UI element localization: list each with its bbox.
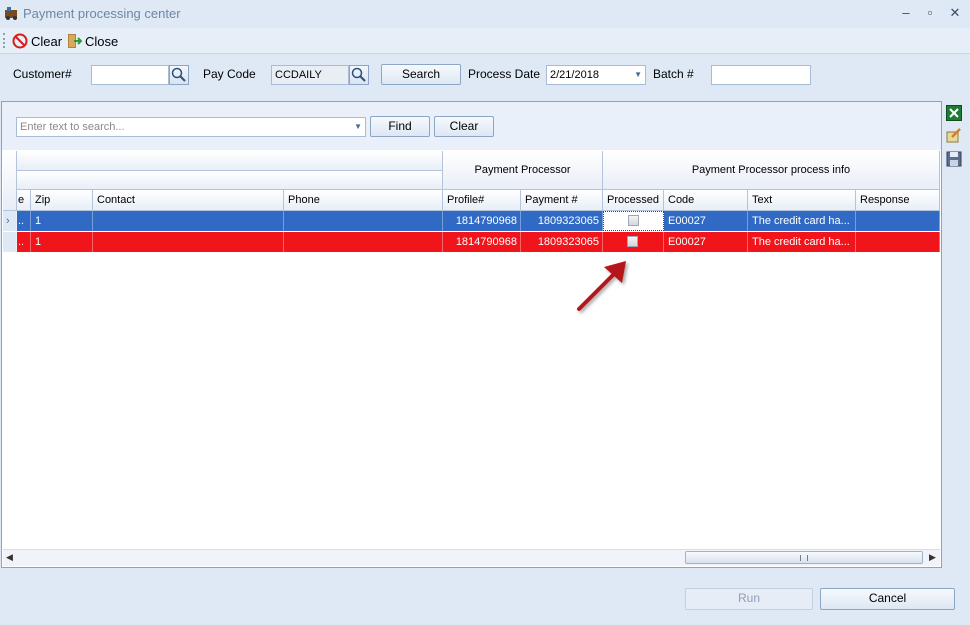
paycode-lookup-button[interactable]	[349, 65, 369, 85]
band-header-blank	[17, 151, 443, 171]
cell-response[interactable]	[856, 211, 940, 231]
app-icon	[5, 7, 17, 20]
cell-profile[interactable]: 1814790968	[443, 211, 521, 231]
close-button[interactable]: Close	[66, 32, 118, 50]
cell-processed[interactable]	[603, 211, 664, 231]
cell-text[interactable]: The credit card ha...	[748, 211, 856, 231]
cell-profile[interactable]: 1814790968	[443, 232, 521, 252]
customer-label: Customer#	[13, 67, 72, 81]
process-date-label: Process Date	[468, 67, 541, 81]
process-date-field[interactable]: 2/21/2018 ▼	[546, 65, 646, 85]
chevron-down-icon[interactable]: ▼	[634, 66, 642, 84]
customer-input[interactable]	[91, 65, 169, 85]
column-header-phone[interactable]: Phone	[284, 190, 443, 211]
band-processor-info: Payment Processor process info	[603, 151, 940, 190]
cell-payment[interactable]: 1809323065	[521, 211, 603, 231]
row-indicator	[3, 232, 17, 252]
cell-payment[interactable]: 1809323065	[521, 232, 603, 252]
toolbar-grip	[3, 33, 5, 48]
minimize-icon[interactable]: –	[895, 3, 917, 23]
run-button[interactable]: Run	[685, 588, 813, 610]
find-clear-button[interactable]: Clear	[434, 116, 494, 137]
cell-contact[interactable]	[93, 232, 284, 252]
magnifier-icon	[351, 67, 366, 82]
find-placeholder: Enter text to search...	[20, 121, 125, 133]
column-header-code[interactable]: Code	[664, 190, 748, 211]
cell-processed[interactable]	[603, 232, 664, 252]
find-text-input[interactable]: Enter text to search... ▼	[16, 117, 366, 137]
process-date-value: 2/21/2018	[550, 69, 599, 81]
maximize-icon[interactable]: ▫	[919, 3, 941, 23]
window-title: Payment processing center	[23, 6, 181, 21]
clear-button[interactable]: Clear	[12, 32, 62, 50]
column-header-contact[interactable]: Contact	[93, 190, 284, 211]
search-button[interactable]: Search	[381, 64, 461, 85]
no-entry-icon	[12, 33, 28, 49]
cell-zip[interactable]: 1	[31, 211, 93, 231]
column-header-processed[interactable]: Processed	[603, 190, 664, 211]
scroll-grip-icon	[800, 555, 808, 561]
toolbar	[0, 28, 970, 54]
customer-lookup-button[interactable]	[169, 65, 189, 85]
cell-code[interactable]: E00027	[664, 232, 748, 252]
row-indicator-header	[3, 151, 17, 211]
cell-code[interactable]: E00027	[664, 211, 748, 231]
column-header-zip[interactable]: Zip	[31, 190, 93, 211]
processed-checkbox[interactable]	[628, 215, 639, 226]
paycode-input[interactable]: CCDAILY	[271, 65, 349, 85]
batch-label: Batch #	[653, 67, 694, 81]
table-row[interactable]: .. 1 1814790968 1809323065 E00027 The cr…	[3, 232, 940, 252]
excel-export-icon[interactable]	[946, 105, 962, 121]
band-header-blank-2	[17, 171, 443, 190]
scroll-left-icon[interactable]: ◀	[6, 552, 13, 563]
close-icon[interactable]: ✕	[944, 3, 966, 23]
band-payment-processor: Payment Processor	[443, 151, 603, 190]
save-icon[interactable]	[946, 151, 962, 167]
column-header-text[interactable]: Text	[748, 190, 856, 211]
edit-icon[interactable]	[946, 127, 962, 143]
column-header-profile[interactable]: Profile#	[443, 190, 521, 211]
exit-door-icon	[68, 34, 82, 48]
processed-checkbox[interactable]	[627, 236, 638, 247]
cell-response[interactable]	[856, 232, 940, 252]
cell-contact[interactable]	[93, 211, 284, 231]
paycode-label: Pay Code	[203, 67, 256, 81]
cell-e[interactable]: ..	[17, 232, 31, 252]
cell-phone[interactable]	[284, 211, 443, 231]
row-focus-indicator: ›	[3, 211, 17, 231]
column-header-e[interactable]: e	[17, 190, 31, 211]
cell-zip[interactable]: 1	[31, 232, 93, 252]
column-header-payment[interactable]: Payment #	[521, 190, 603, 211]
close-button-label: Close	[85, 33, 119, 49]
clear-button-label: Clear	[31, 33, 63, 49]
column-header-response[interactable]: Response	[856, 190, 940, 211]
cancel-button[interactable]: Cancel	[820, 588, 955, 610]
annotation-arrow-icon	[577, 261, 626, 311]
find-button[interactable]: Find	[370, 116, 430, 137]
cell-text[interactable]: The credit card ha...	[748, 232, 856, 252]
scroll-thumb[interactable]	[685, 551, 923, 564]
chevron-down-icon[interactable]: ▼	[354, 118, 362, 136]
cell-e[interactable]: ..	[17, 211, 31, 231]
cell-phone[interactable]	[284, 232, 443, 252]
batch-input[interactable]	[711, 65, 811, 85]
scroll-right-icon[interactable]: ▶	[929, 552, 936, 563]
table-row[interactable]: › .. 1 1814790968 1809323065 E00027 The …	[3, 211, 940, 231]
magnifier-icon	[171, 67, 186, 82]
